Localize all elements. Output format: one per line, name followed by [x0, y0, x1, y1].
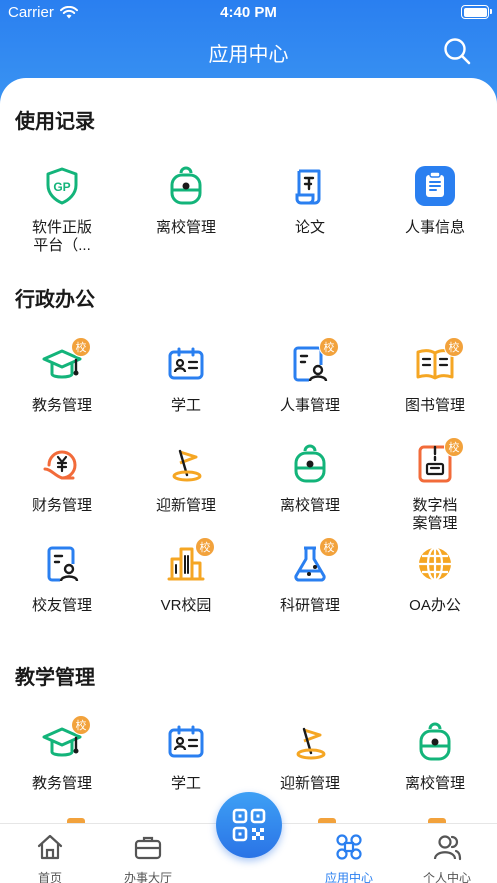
- app-center-content: 使用记录 GP 软件正版 平台（... 离校管理 论文 人事信息 行政办公 校教务管理…: [0, 78, 497, 823]
- app-item-label: 学工: [170, 775, 201, 792]
- app-item-label: 科研管理: [279, 597, 340, 614]
- app-item[interactable]: 人事信息: [373, 165, 497, 237]
- section-title: 使用记录: [15, 111, 95, 133]
- school-badge: 校: [444, 337, 464, 357]
- school-badge: 校: [319, 537, 339, 557]
- flask-icon: 校: [289, 537, 339, 585]
- app-item-label: 教务管理: [31, 775, 92, 792]
- app-item-label: 离校管理: [155, 219, 216, 236]
- app-item-label: 财务管理: [31, 497, 92, 514]
- backpack-icon: [414, 721, 456, 763]
- tab-label: 首页: [37, 871, 62, 883]
- app-item[interactable]: 离校管理: [373, 721, 497, 793]
- navbar: 应用中心: [0, 26, 497, 76]
- app-item[interactable]: 校 VR校园: [124, 537, 248, 615]
- section-title: 行政办公: [15, 289, 95, 311]
- globe-icon: [414, 543, 456, 585]
- tab-item[interactable]: 首页: [0, 824, 100, 883]
- archive-icon: 校: [414, 437, 464, 485]
- app-item[interactable]: 学工: [124, 343, 248, 415]
- tab-item[interactable]: 个人中心: [397, 824, 497, 883]
- briefcase-icon: [134, 836, 162, 860]
- backpack-icon: [289, 443, 331, 485]
- app-item[interactable]: 离校管理: [124, 165, 248, 237]
- app-item-label: 图书管理: [404, 397, 465, 414]
- graduation-cap-icon: 校: [41, 715, 91, 763]
- tab-item[interactable]: 办事大厅: [98, 824, 198, 883]
- app-item-label: 数字档 案管理: [412, 497, 458, 532]
- app-item[interactable]: 校教务管理: [0, 337, 124, 415]
- clipboard-icon: [414, 165, 456, 207]
- app-item-label: 迎新管理: [279, 775, 340, 792]
- home-icon: [37, 834, 63, 860]
- app-item[interactable]: 迎新管理: [124, 443, 248, 515]
- section-title: 教学管理: [15, 667, 95, 689]
- tab-item[interactable]: 应用中心: [299, 824, 399, 883]
- person-icon: [433, 835, 462, 861]
- app-item-label: 离校管理: [404, 775, 465, 792]
- gp-shield-icon: GP: [41, 165, 83, 207]
- app-item[interactable]: 学工: [124, 721, 248, 793]
- app-item[interactable]: 财务管理: [0, 443, 124, 515]
- id-card-icon: [165, 721, 207, 763]
- school-badge: 校: [71, 337, 91, 357]
- app-item-label: 人事管理: [279, 397, 340, 414]
- personnel-icon: 校: [289, 337, 339, 385]
- app-item-label: 论文: [294, 219, 325, 236]
- tab-label: 应用中心: [324, 871, 373, 883]
- app-item[interactable]: 校人事管理: [248, 337, 372, 415]
- backpack-icon: [165, 165, 207, 207]
- tab-label: 办事大厅: [123, 871, 172, 883]
- search-icon[interactable]: [443, 37, 471, 65]
- app-item-label: 校友管理: [31, 597, 92, 614]
- alumni-icon: [41, 543, 83, 585]
- graduation-cap-icon: 校: [41, 337, 91, 385]
- scan-button[interactable]: [216, 792, 282, 858]
- qr-scan-icon: [232, 808, 266, 842]
- app-item-label: 软件正版 平台（...: [31, 219, 92, 254]
- app-item[interactable]: 校图书管理: [373, 337, 497, 415]
- app-item-label: 离校管理: [279, 497, 340, 514]
- app-item-label: 学工: [170, 397, 201, 414]
- school-badge: 校: [71, 715, 91, 735]
- app-item[interactable]: 校教务管理: [0, 715, 124, 793]
- apps-icon: [336, 834, 362, 860]
- app-item[interactable]: OA办公: [373, 543, 497, 615]
- school-badge: 校: [444, 437, 464, 457]
- paper-scroll-icon: [289, 165, 331, 207]
- id-card-icon: [165, 343, 207, 385]
- app-item[interactable]: 离校管理: [248, 443, 372, 515]
- app-item-label: OA办公: [409, 597, 461, 614]
- svg-text:GP: GP: [53, 180, 70, 194]
- status-bar: Carrier 4:40 PM: [0, 0, 497, 26]
- book-icon: 校: [414, 337, 464, 385]
- flag-icon: [165, 443, 207, 485]
- app-item[interactable]: 校科研管理: [248, 537, 372, 615]
- page-title: 应用中心: [208, 44, 289, 66]
- app-item[interactable]: 校数字档 案管理: [373, 437, 497, 533]
- app-item[interactable]: GP 软件正版 平台（...: [0, 165, 124, 255]
- finance-icon: [41, 443, 83, 485]
- app-item-label: 人事信息: [404, 219, 465, 236]
- app-item-label: 教务管理: [31, 397, 92, 414]
- school-badge: 校: [319, 337, 339, 357]
- app-item[interactable]: 论文: [248, 165, 372, 237]
- tab-label: 个人中心: [422, 871, 471, 883]
- app-item[interactable]: 校友管理: [0, 543, 124, 615]
- school-badge: 校: [195, 537, 215, 557]
- battery-icon: [461, 5, 492, 19]
- status-time: 4:40 PM: [220, 4, 277, 21]
- app-item-label: VR校园: [160, 597, 212, 614]
- app-item[interactable]: 迎新管理: [248, 721, 372, 793]
- buildings-icon: 校: [165, 537, 215, 585]
- app-item-label: 迎新管理: [155, 497, 216, 514]
- flag-icon: [289, 721, 331, 763]
